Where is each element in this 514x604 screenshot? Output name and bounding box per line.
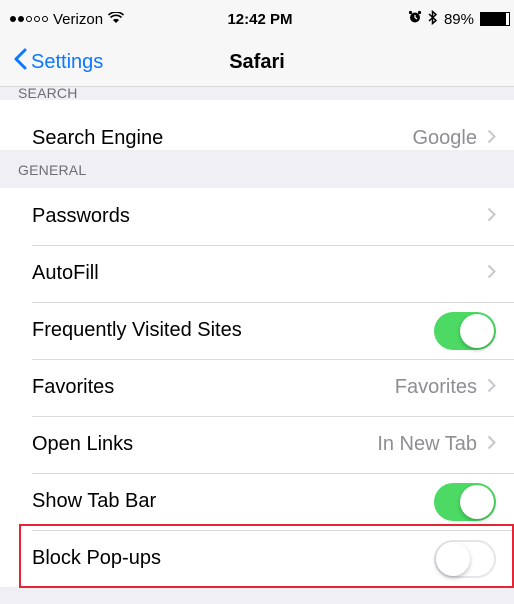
toggle-knob [460, 484, 494, 519]
toggle-knob [460, 313, 494, 348]
signal-strength-icon [10, 16, 48, 22]
row-label: Open Links [32, 433, 134, 455]
row-frequently-visited-sites: Frequently Visited Sites [0, 302, 514, 359]
alarm-icon [408, 10, 422, 28]
row-detail: Google [412, 127, 478, 149]
carrier-name: Verizon [53, 10, 104, 28]
row-detail: In New Tab [377, 433, 477, 455]
row-label: AutoFill [32, 262, 99, 284]
bluetooth-icon [428, 9, 438, 29]
block-popups-toggle[interactable] [434, 539, 496, 578]
toggle-knob [436, 541, 470, 576]
row-passwords[interactable]: Passwords [0, 188, 514, 245]
row-label: Passwords [32, 205, 130, 227]
chevron-right-icon [487, 433, 496, 456]
status-left: Verizon [10, 11, 200, 28]
row-detail: Favorites [394, 376, 477, 398]
battery-percent: 89% [443, 10, 474, 28]
back-button-label: Settings [31, 50, 104, 73]
battery-icon [480, 12, 510, 26]
status-time: 12:42 PM [227, 10, 293, 28]
status-right: 89% [320, 9, 510, 29]
chevron-right-icon [487, 376, 496, 399]
chevron-left-icon [14, 48, 27, 76]
chevron-right-icon [487, 127, 496, 150]
row-label: Search Engine [32, 127, 164, 149]
navigation-bar: Settings Safari [0, 38, 514, 87]
row-show-tab-bar: Show Tab Bar [0, 473, 514, 530]
row-label: Favorites [32, 376, 115, 398]
row-label: Block Pop-ups [32, 547, 161, 569]
section-header-search: SEARCH [18, 86, 78, 100]
wifi-icon [108, 10, 125, 28]
row-search-engine[interactable]: Search Engine Google [0, 100, 514, 150]
status-bar: Verizon 12:42 PM 89% [0, 0, 514, 38]
chevron-right-icon [487, 262, 496, 285]
chevron-right-icon [487, 205, 496, 228]
row-block-popups: Block Pop-ups [0, 530, 514, 587]
row-label: Frequently Visited Sites [32, 319, 242, 341]
search-list: Search Engine Google [0, 100, 514, 150]
frequently-visited-toggle[interactable] [434, 311, 496, 350]
back-button[interactable]: Settings [0, 48, 103, 76]
row-label: Show Tab Bar [32, 490, 157, 512]
general-list: Passwords AutoFill Frequently Visited Si… [0, 188, 514, 587]
row-open-links[interactable]: Open Links In New Tab [0, 416, 514, 473]
section-header-general: GENERAL [18, 162, 87, 178]
row-autofill[interactable]: AutoFill [0, 245, 514, 302]
row-favorites[interactable]: Favorites Favorites [0, 359, 514, 416]
show-tab-bar-toggle[interactable] [434, 482, 496, 521]
